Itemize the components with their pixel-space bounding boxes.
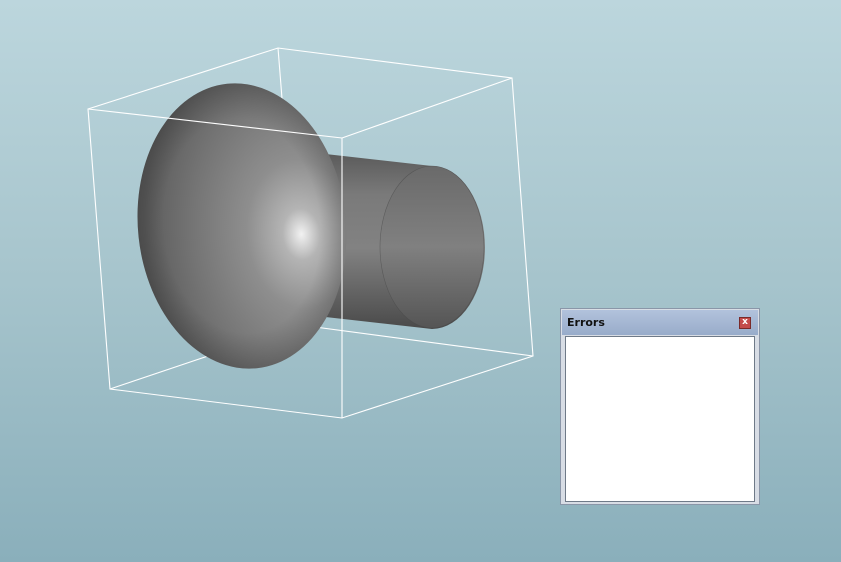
close-icon[interactable]: x <box>739 317 751 329</box>
errors-title: Errors <box>567 316 605 329</box>
errors-titlebar[interactable]: Errors x <box>562 310 758 335</box>
errors-list[interactable] <box>565 336 755 502</box>
dome-head <box>137 83 347 369</box>
errors-panel: Errors x <box>560 308 760 505</box>
